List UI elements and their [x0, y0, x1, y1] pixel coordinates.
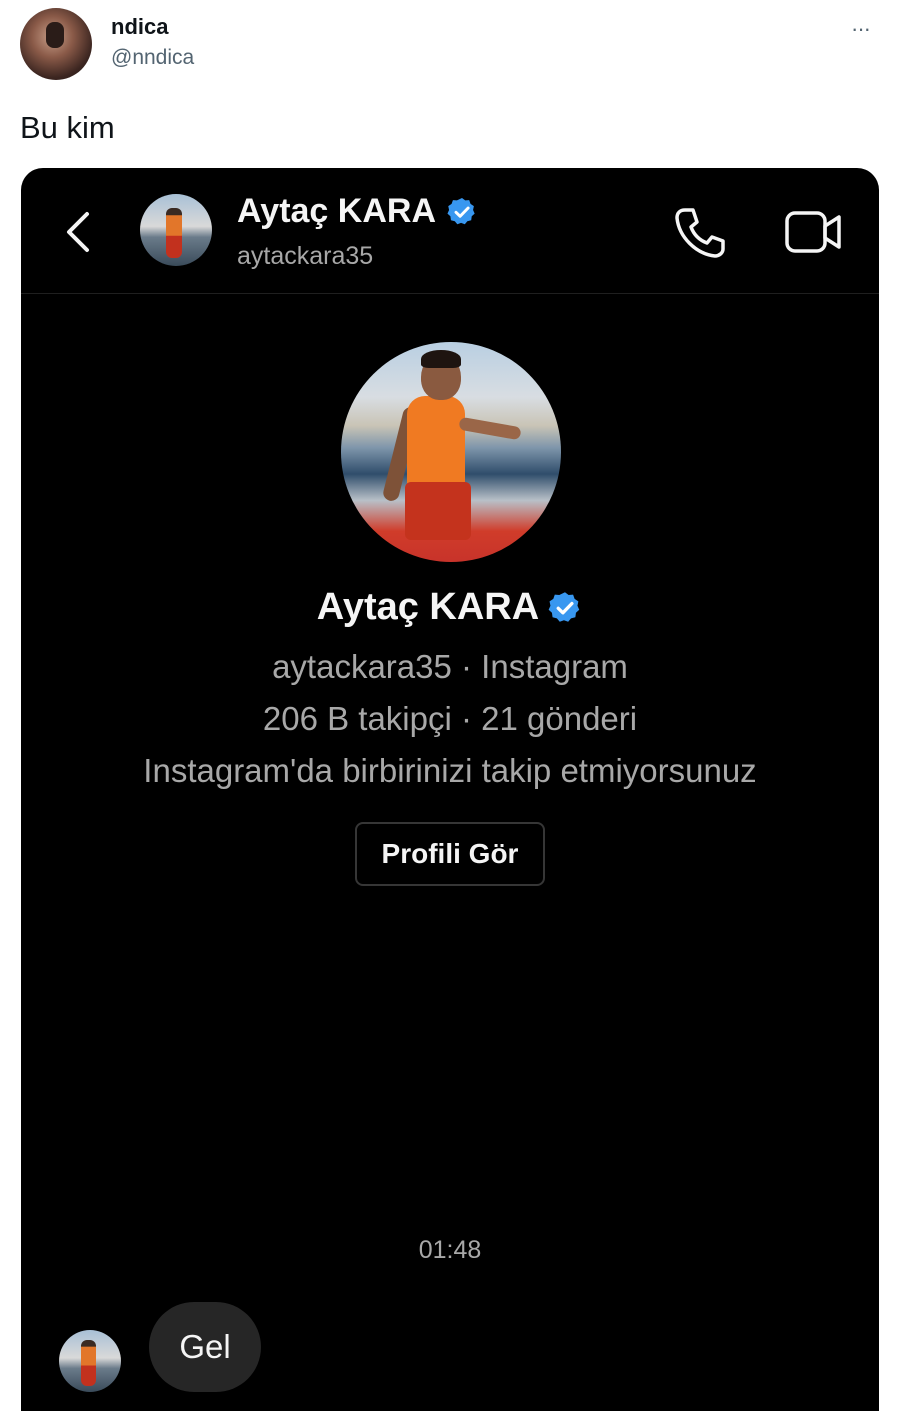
header-name[interactable]: Aytaç KARA — [237, 192, 478, 231]
tweet-author-avatar[interactable] — [20, 8, 92, 80]
tweet-text: Bu kim — [20, 110, 115, 145]
verified-badge-icon — [447, 197, 475, 224]
tweet-author-handle[interactable]: @nndica — [111, 46, 194, 70]
view-profile-button[interactable]: Profili Gör — [355, 822, 545, 886]
phone-call-icon[interactable] — [671, 204, 729, 262]
more-options-icon[interactable]: ··· — [851, 16, 871, 42]
back-arrow-icon[interactable] — [61, 206, 101, 258]
header-avatar[interactable] — [140, 194, 212, 266]
profile-name: Aytaç KARA — [21, 586, 879, 629]
message-timestamp: 01:48 — [418, 1236, 482, 1264]
video-call-icon[interactable] — [783, 206, 845, 258]
verified-badge-icon — [548, 591, 580, 622]
header-name-text: Aytaç KARA — [237, 192, 437, 230]
profile-stats-line: 206 B takipçi · 21 gönderi — [262, 700, 638, 737]
header-username: aytackara35 — [237, 242, 374, 270]
message-bubble[interactable]: Gel — [149, 1302, 261, 1392]
profile-avatar[interactable] — [341, 342, 561, 562]
embedded-screenshot[interactable]: Aytaç KARA aytackara35 Aytaç KARA aytack… — [21, 168, 879, 1411]
message-sender-avatar[interactable] — [59, 1330, 121, 1392]
follow-status-text: Instagram'da birbirinizi takip etmiyorsu… — [143, 752, 757, 789]
profile-source-line: aytackara35 · Instagram — [272, 648, 628, 685]
profile-name-text: Aytaç KARA — [316, 586, 540, 628]
dm-header: Aytaç KARA aytackara35 — [21, 168, 879, 294]
tweet-author-name[interactable]: ndica — [111, 14, 168, 40]
